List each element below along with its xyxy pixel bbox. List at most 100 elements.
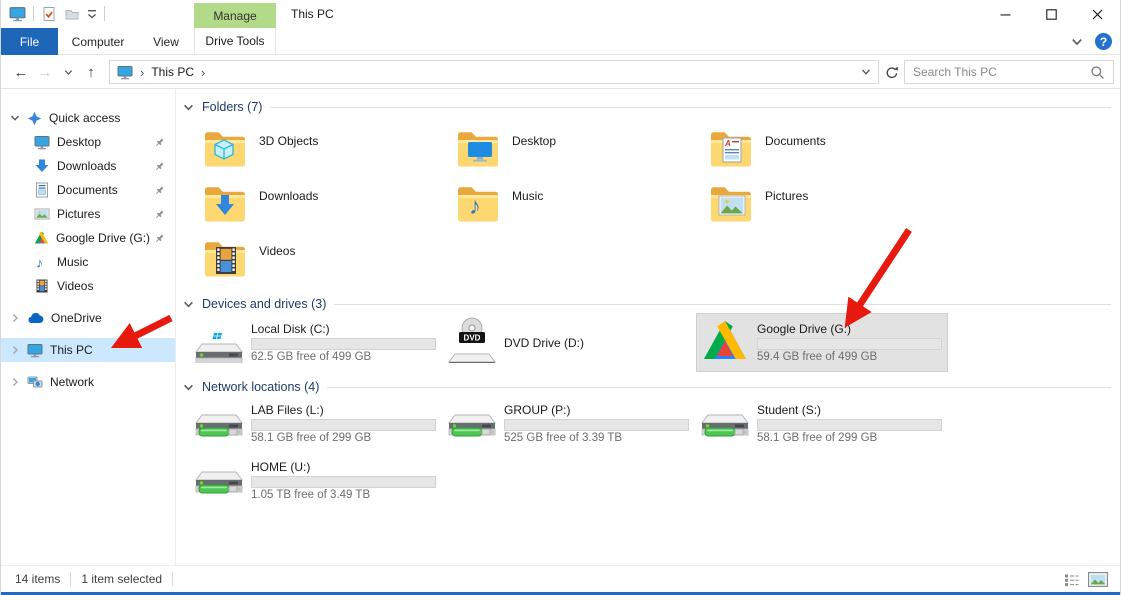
folder-tile-downloads[interactable]: Downloads bbox=[191, 180, 444, 235]
tab-file[interactable]: File bbox=[1, 28, 58, 55]
address-dropdown-icon[interactable] bbox=[861, 67, 871, 77]
forward-button[interactable]: → bbox=[33, 55, 57, 89]
sidebar-item-label: Quick access bbox=[49, 111, 120, 125]
cube-glyph bbox=[211, 137, 237, 163]
navigation-pane: Quick access Desktop Downloads Documents… bbox=[1, 89, 176, 565]
help-icon[interactable]: ? bbox=[1095, 33, 1112, 50]
group-header-rule bbox=[327, 387, 1111, 388]
search-icon[interactable] bbox=[1090, 65, 1105, 80]
window-controls bbox=[982, 0, 1120, 28]
search-input[interactable] bbox=[913, 65, 1090, 79]
maximize-button[interactable] bbox=[1028, 0, 1074, 28]
tab-view[interactable]: View bbox=[138, 28, 194, 55]
up-button[interactable]: ↑ bbox=[79, 55, 103, 89]
folder-icon bbox=[201, 127, 249, 171]
free-space-text: 525 GB free of 3.39 TB bbox=[504, 432, 689, 447]
sidebar-item-label: Music bbox=[57, 255, 88, 269]
sidebar-item-google-drive[interactable]: Google Drive (G:) bbox=[1, 226, 175, 250]
quick-access-toolbar bbox=[9, 5, 105, 22]
tab-computer[interactable]: Computer bbox=[58, 28, 138, 55]
sidebar-item-videos[interactable]: Videos bbox=[1, 274, 175, 298]
capacity-bar bbox=[757, 419, 942, 431]
network-icon bbox=[27, 374, 43, 390]
breadcrumb-separator[interactable]: › bbox=[201, 65, 205, 80]
group-header-label[interactable]: Folders (7) bbox=[202, 100, 262, 114]
photo-glyph bbox=[718, 195, 746, 217]
collapse-group-icon[interactable] bbox=[183, 299, 194, 310]
back-button[interactable]: ← bbox=[9, 55, 33, 89]
dvd-drive-icon: DVD bbox=[446, 317, 498, 371]
selection-count: 1 item selected bbox=[81, 572, 162, 586]
folder-icon bbox=[201, 182, 249, 226]
free-space-text: 58.1 GB free of 299 GB bbox=[757, 432, 942, 447]
pin-icon[interactable] bbox=[154, 209, 165, 220]
pin-icon[interactable] bbox=[154, 233, 165, 244]
pictures-icon bbox=[34, 206, 50, 222]
chevron-right-icon[interactable] bbox=[10, 377, 20, 387]
address-bar[interactable]: › This PC › bbox=[109, 60, 879, 84]
sidebar-item-music[interactable]: ♪ Music bbox=[1, 250, 175, 274]
drive-tile-dvd-d[interactable]: DVD DVD Drive (D:) bbox=[444, 314, 694, 371]
properties-icon[interactable] bbox=[41, 6, 57, 22]
chevron-right-icon[interactable] bbox=[10, 313, 20, 323]
folder-tile-3d-objects[interactable]: 3D Objects bbox=[191, 125, 444, 180]
folders-grid: 3D Objects Desktop A Documents bbox=[191, 125, 950, 290]
sidebar-item-this-pc[interactable]: This PC bbox=[1, 338, 175, 362]
this-pc-icon bbox=[27, 342, 43, 358]
details-view-icon[interactable] bbox=[1064, 573, 1079, 587]
recent-locations-icon[interactable] bbox=[59, 55, 77, 89]
folder-icon: A bbox=[707, 127, 755, 171]
document-glyph: A bbox=[721, 137, 745, 164]
folder-tile-pictures[interactable]: Pictures bbox=[697, 180, 950, 235]
sidebar-item-onedrive[interactable]: OneDrive bbox=[1, 306, 175, 330]
drive-tile-group-p[interactable]: GROUP (P:) 525 GB free of 3.39 TB bbox=[444, 395, 694, 452]
collapse-group-icon[interactable] bbox=[183, 382, 194, 393]
sidebar-item-desktop[interactable]: Desktop bbox=[1, 130, 175, 154]
sidebar-item-network[interactable]: Network bbox=[1, 370, 175, 394]
navigation-bar: ← → ↑ › This PC › bbox=[1, 55, 1120, 89]
drive-tile-student-s[interactable]: Student (S:) 58.1 GB free of 299 GB bbox=[697, 395, 947, 452]
drive-tile-lab-files-l[interactable]: LAB Files (L:) 58.1 GB free of 299 GB bbox=[191, 395, 441, 452]
collapse-group-icon[interactable] bbox=[183, 102, 194, 113]
minimize-button[interactable] bbox=[982, 0, 1028, 28]
folder-tile-music[interactable]: ♪ Music bbox=[444, 180, 697, 235]
pin-icon[interactable] bbox=[154, 185, 165, 196]
capacity-bar bbox=[504, 419, 689, 431]
chevron-down-icon[interactable] bbox=[10, 113, 20, 123]
svg-text:♪: ♪ bbox=[36, 255, 43, 271]
manage-contextual-group: Manage bbox=[194, 3, 276, 28]
pin-icon[interactable] bbox=[154, 161, 165, 172]
drive-tile-google-drive-g[interactable]: Google Drive (G:) 59.4 GB free of 499 GB bbox=[697, 314, 947, 371]
ribbon-collapse-icon[interactable] bbox=[1071, 36, 1083, 48]
qat-customize-icon[interactable] bbox=[87, 8, 97, 20]
breadcrumb-this-pc[interactable]: This PC bbox=[151, 65, 194, 79]
drive-name: HOME (U:) bbox=[251, 460, 436, 475]
tab-drive-tools[interactable]: Drive Tools bbox=[194, 28, 276, 54]
sidebar-item-label: Downloads bbox=[57, 159, 116, 173]
breadcrumb-separator[interactable]: › bbox=[140, 65, 144, 80]
folder-tile-label: Downloads bbox=[259, 189, 318, 235]
ribbon-tab-row: File Computer View Drive Tools ? bbox=[1, 28, 1120, 55]
this-pc-icon bbox=[9, 5, 26, 22]
sidebar-item-quick-access[interactable]: Quick access bbox=[1, 106, 175, 130]
drive-tile-home-u[interactable]: HOME (U:) 1.05 TB free of 3.49 TB bbox=[191, 452, 441, 509]
folder-tile-label: Desktop bbox=[512, 134, 556, 180]
onedrive-icon bbox=[27, 311, 44, 325]
folder-tile-desktop[interactable]: Desktop bbox=[444, 125, 697, 180]
pin-icon[interactable] bbox=[154, 137, 165, 148]
folder-tile-documents[interactable]: A Documents bbox=[697, 125, 950, 180]
refresh-icon[interactable] bbox=[882, 60, 902, 84]
drive-tile-local-disk-c[interactable]: Local Disk (C:) 62.5 GB free of 499 GB bbox=[191, 314, 441, 371]
large-icons-view-icon[interactable] bbox=[1088, 572, 1108, 587]
group-header-label[interactable]: Network locations (4) bbox=[202, 380, 319, 394]
group-header-label[interactable]: Devices and drives (3) bbox=[202, 297, 326, 311]
new-folder-icon[interactable] bbox=[64, 6, 80, 22]
sidebar-item-documents[interactable]: Documents bbox=[1, 178, 175, 202]
sidebar-item-downloads[interactable]: Downloads bbox=[1, 154, 175, 178]
local-disk-icon bbox=[193, 317, 245, 371]
sidebar-item-pictures[interactable]: Pictures bbox=[1, 202, 175, 226]
folder-tile-videos[interactable]: Videos bbox=[191, 235, 444, 290]
chevron-right-icon[interactable] bbox=[10, 345, 20, 355]
folder-icon bbox=[201, 237, 249, 281]
close-button[interactable] bbox=[1074, 0, 1120, 28]
